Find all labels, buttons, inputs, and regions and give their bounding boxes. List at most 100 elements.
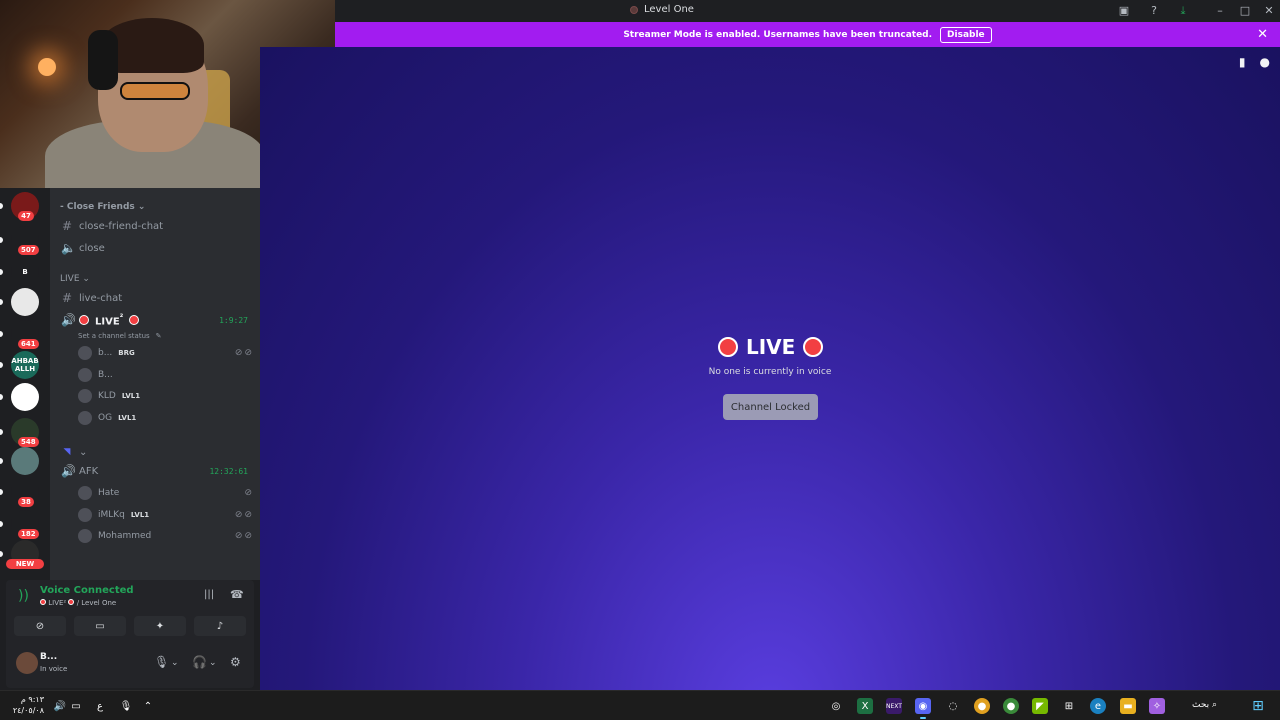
maximize-button[interactable]: □	[1237, 3, 1253, 19]
next-app-icon[interactable]: NEXT	[886, 698, 902, 714]
noise-suppression-icon[interactable]: |||	[204, 589, 214, 600]
channel-close-friend-chat[interactable]: # close-friend-chat	[58, 216, 252, 236]
category-live[interactable]: LIVE ⌄	[60, 274, 90, 284]
channel-close[interactable]: 🔈 close	[58, 238, 252, 258]
copilot-icon[interactable]: ✧	[1149, 698, 1165, 714]
avatar[interactable]	[16, 652, 38, 674]
unread-indicator	[0, 458, 3, 464]
inbox-icon[interactable]: ▣	[1116, 3, 1132, 19]
server-icon[interactable]: B	[11, 258, 39, 286]
channel-locked-button[interactable]: Channel Locked	[723, 394, 818, 420]
voice-status[interactable]: Voice Connected	[40, 585, 134, 596]
shark-icon: ◥	[63, 447, 71, 457]
member-name: b...	[98, 348, 113, 358]
set-status-label: Set a channel status	[78, 332, 150, 340]
voice-member[interactable]: KLD LVL1	[78, 387, 254, 405]
stage-toolbar: ▮ ●	[1239, 55, 1270, 69]
headphones-icon[interactable]: 🎧	[192, 655, 207, 669]
soundboard-button[interactable]: ♪	[194, 616, 246, 636]
microphone-tray-icon[interactable]: 🎙	[118, 698, 134, 714]
excel-icon[interactable]: X	[857, 698, 873, 714]
clock[interactable]: ٩:١٣ م ٢٤/٠٥/٠٨	[10, 694, 44, 716]
muted-deafened-icon: ⊘⊘	[234, 348, 254, 358]
avatar	[78, 507, 92, 522]
minimize-button[interactable]: –	[1212, 3, 1228, 19]
language-indicator[interactable]: ع	[92, 698, 108, 714]
voice-member[interactable]: B...	[78, 366, 254, 384]
member-name: iMLKq	[98, 509, 125, 520]
volume-icon[interactable]: 🔊	[52, 698, 68, 714]
discord-icon[interactable]: ◉	[915, 698, 931, 714]
muted-deafened-icon: ⊘⊘	[234, 531, 254, 541]
voice-connected-panel: )) Voice Connected LIVE² / Level One |||…	[6, 580, 254, 642]
category-close-friends[interactable]: - Close Friends ⌄	[60, 202, 145, 212]
live-timer: 1:9:27	[219, 316, 248, 325]
unread-indicator	[0, 489, 3, 495]
clock-time: ٩:١٣ م	[20, 695, 44, 704]
network-icon[interactable]: ▭	[68, 698, 84, 714]
camera-off-button[interactable]: ⊘	[14, 616, 66, 636]
red-circle-icon	[803, 337, 824, 357]
voice-member[interactable]: Mohammed ⊘⊘	[78, 527, 254, 545]
voice-channel-name: LIVE²	[48, 599, 67, 607]
stage-title: LIVE	[718, 335, 824, 359]
category-collapsed[interactable]: ◥ ⌄	[58, 442, 252, 462]
windows-start-icon[interactable]: ⊞	[1250, 698, 1266, 714]
bookmark-icon[interactable]: ▮	[1239, 55, 1246, 69]
avatar	[78, 389, 92, 403]
voice-member[interactable]: OG LVL1	[78, 409, 254, 427]
obs-icon[interactable]: ◎	[828, 698, 844, 714]
voice-member[interactable]: Hate ⊘	[78, 484, 254, 502]
channel-live-chat[interactable]: # live-chat	[58, 288, 252, 308]
member-name: OG	[98, 412, 113, 423]
help-icon[interactable]: ?	[1146, 3, 1162, 19]
activities-button[interactable]: ✦	[134, 616, 186, 636]
chrome-profile-icon[interactable]: ●	[1003, 698, 1019, 714]
mention-badge: 548	[18, 437, 39, 447]
member-name: B...	[98, 369, 113, 380]
close-banner-icon[interactable]: ✕	[1257, 27, 1268, 42]
microphone-icon[interactable]: 🎙	[154, 655, 169, 669]
set-channel-status[interactable]: Set a channel status ✎	[78, 327, 254, 345]
edge-icon[interactable]: e	[1090, 698, 1106, 714]
search-label: بحث	[1192, 700, 1210, 710]
stage-title-text: LIVE	[746, 335, 796, 359]
disconnect-icon[interactable]: ☎	[230, 588, 244, 601]
category-label: LIVE	[60, 274, 80, 284]
show-hidden-icons-icon[interactable]: ⌃	[140, 698, 156, 714]
mic-options-chevron-icon[interactable]: ⌄	[171, 658, 179, 668]
signal-icon[interactable]: ))	[18, 588, 29, 604]
avatar	[78, 410, 92, 425]
speaker-icon: 🔊	[61, 313, 76, 327]
share-screen-button[interactable]: ▭	[74, 616, 126, 636]
server-icon[interactable]: AHBAB ALLH	[11, 351, 39, 379]
chrome-icon[interactable]: ●	[974, 698, 990, 714]
store-icon[interactable]: ⊞	[1061, 698, 1077, 714]
chat-bubble-icon[interactable]: ●	[1260, 55, 1270, 69]
taskbar: ٩:١٣ م ٢٤/٠٥/٠٨ 🔊 ▭ ع 🎙 ⌃ ◎ X NEXT ◉ ◌ ●…	[0, 690, 1280, 720]
close-window-button[interactable]: ✕	[1261, 3, 1277, 19]
member-role-tag: LVL1	[118, 413, 137, 422]
nvidia-icon[interactable]: ◤	[1032, 698, 1048, 714]
server-icon[interactable]	[11, 383, 39, 411]
voice-member[interactable]: iMLKq LVL1 ⊘⊘	[78, 506, 254, 524]
disable-streamer-mode-button[interactable]: Disable	[940, 26, 992, 43]
voice-location[interactable]: LIVE² / Level One	[40, 599, 116, 607]
voice-member[interactable]: b... BRG ⊘⊘	[78, 344, 254, 362]
channel-label: close	[79, 242, 105, 254]
server-icon	[630, 5, 638, 14]
mention-badge: 47	[18, 211, 34, 221]
download-icon[interactable]: ⤓	[1175, 3, 1191, 19]
speaker-locked-icon: 🔈	[61, 241, 76, 255]
file-explorer-icon[interactable]: ▬	[1120, 698, 1136, 714]
audio-options-chevron-icon[interactable]: ⌄	[209, 658, 217, 668]
taskbar-search[interactable]: بحث ⌕	[1192, 700, 1217, 710]
app-icon[interactable]: ◌	[945, 698, 961, 714]
server-icon[interactable]	[11, 447, 39, 475]
username[interactable]: B...	[40, 652, 57, 662]
avatar	[78, 346, 92, 360]
server-icon[interactable]	[11, 288, 39, 316]
unread-indicator	[0, 237, 3, 243]
gear-icon[interactable]: ⚙	[230, 655, 241, 669]
red-circle-icon	[79, 315, 89, 325]
